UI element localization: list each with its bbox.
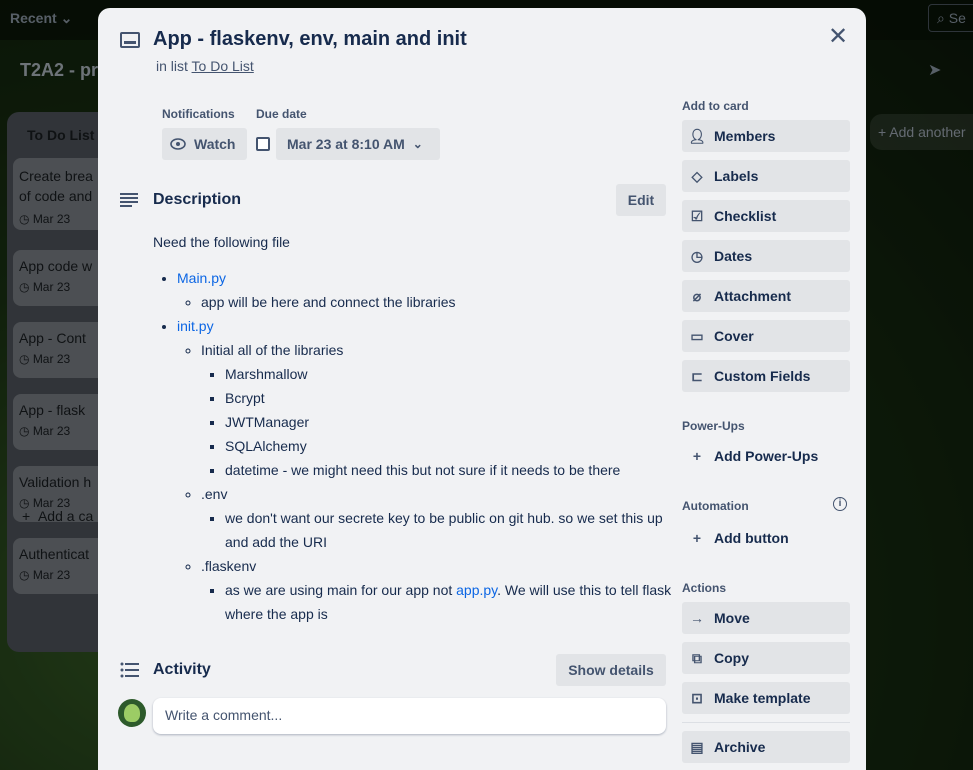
card-title[interactable]: App - flaskenv, env, main and init [153,28,467,51]
list-item: init.py Initial all of the libraries Mar… [177,314,673,626]
due-date-label: Due date [256,107,307,121]
template-icon: ⊡ [691,689,703,706]
sublist: Initial all of the libraries Marshmallow… [177,338,673,626]
custom-fields-icon: ⊏ [691,367,703,384]
make-template-button[interactable]: ⊡ Make template [682,682,850,714]
sublist: app will be here and connect the librari… [177,290,673,314]
list-link[interactable]: To Do List [192,58,254,74]
move-button[interactable]: → Move [682,602,850,634]
avatar[interactable] [118,699,146,727]
plus-icon: + [692,530,702,546]
info-icon[interactable]: i [833,497,847,511]
custom-fields-label: Custom Fields [714,368,811,384]
flaskenv-label: .flaskenv [201,558,257,574]
list-item: app will be here and connect the librari… [201,290,673,314]
attachment-label: Attachment [714,288,792,304]
list-item: Bcrypt [225,386,673,410]
description-body[interactable]: Need the following file Main.py app will… [153,230,673,626]
edit-description-button[interactable]: Edit [616,184,666,216]
due-date-button[interactable]: Mar 23 at 8:10 AM ⌄ [276,128,440,160]
show-details-button[interactable]: Show details [556,654,666,686]
archive-label: Archive [714,739,766,755]
tag-icon: ◇ [691,167,703,184]
clock-icon: ◷ [690,247,704,264]
arrow-right-icon: → [690,610,704,626]
list-item: .env we don't want our secrete key to be… [201,482,673,554]
notifications-label: Notifications [162,107,235,121]
members-label: Members [714,128,776,144]
due-date-checkbox[interactable] [256,137,270,151]
dates-button[interactable]: ◷ Dates [682,240,850,272]
make-template-label: Make template [714,690,811,706]
card-icon [120,32,140,48]
activity-icon [120,662,139,678]
watch-label: Watch [194,136,236,152]
list-item: we don't want our secrete key to be publ… [225,506,673,554]
move-label: Move [714,610,750,626]
divider [682,722,850,723]
description-icon [120,193,138,207]
checklist-icon: ☑ [690,207,704,224]
activity-heading: Activity [153,661,211,678]
library-list: Marshmallow Bcrypt JWTManager SQLAlchemy… [201,362,673,482]
add-button-button[interactable]: + Add button [682,522,850,554]
file-list: Main.py app will be here and connect the… [153,266,673,626]
add-to-card-heading: Add to card [682,99,749,113]
powerups-heading: Power-Ups [682,419,745,433]
paperclip-icon: ⌀ [692,287,702,304]
env-label: .env [201,486,228,502]
list-item: SQLAlchemy [225,434,673,458]
archive-button[interactable]: ▤ Archive [682,731,850,763]
labels-label: Labels [714,168,759,184]
sublist: we don't want our secrete key to be publ… [201,506,673,554]
in-list-prefix: in list [156,58,188,74]
add-button-label: Add button [714,530,789,546]
init-sub-text: Initial all of the libraries [201,342,344,358]
actions-heading: Actions [682,581,727,595]
list-item: Main.py app will be here and connect the… [177,266,673,314]
eye-icon [170,138,186,150]
cover-label: Cover [714,328,754,344]
copy-button[interactable]: ⧉ Copy [682,642,850,674]
list-item: Initial all of the libraries Marshmallow… [201,338,673,482]
members-button[interactable]: 👤︎ Members [682,120,850,152]
list-item: Marshmallow [225,362,673,386]
checklist-button[interactable]: ☑ Checklist [682,200,850,232]
card-detail-modal: App - flaskenv, env, main and init in li… [98,8,866,770]
chevron-down-icon: ⌄ [412,137,423,151]
sublist: as we are using main for our app not app… [201,578,673,626]
flaskenv-text: as we are using main for our app not [225,582,457,598]
init-py-link[interactable]: init.py [177,318,214,334]
main-py-link[interactable]: Main.py [177,270,226,286]
dates-label: Dates [714,248,753,264]
plus-icon: + [692,448,702,464]
due-date-value: Mar 23 at 8:10 AM [287,136,405,152]
checklist-label: Checklist [714,208,777,224]
list-item: .flaskenv as we are using main for our a… [201,554,673,626]
cover-button[interactable]: ▭ Cover [682,320,850,352]
card-list-info: in list To Do List [156,58,254,74]
list-item: as we are using main for our app not app… [225,578,673,626]
copy-icon: ⧉ [692,649,702,666]
watch-button[interactable]: Watch [162,128,247,160]
custom-fields-button[interactable]: ⊏ Custom Fields [682,360,850,392]
comment-input[interactable]: Write a comment... [153,698,666,734]
close-icon[interactable]: ✕ [824,24,852,52]
archive-icon: ▤ [690,738,704,755]
card-cover-icon: ▭ [690,327,704,344]
copy-label: Copy [714,650,749,666]
person-icon: 👤︎ [688,127,706,144]
list-item: datetime - we might need this but not su… [225,458,673,482]
labels-button[interactable]: ◇ Labels [682,160,850,192]
automation-heading: Automation [682,499,749,513]
list-item: JWTManager [225,410,673,434]
description-heading: Description [153,191,242,208]
add-powerups-button[interactable]: + Add Power-Ups [682,440,850,472]
add-powerups-label: Add Power-Ups [714,448,819,464]
app-py-link[interactable]: app.py [456,582,497,598]
description-intro: Need the following file [153,234,290,250]
attachment-button[interactable]: ⌀ Attachment [682,280,850,312]
